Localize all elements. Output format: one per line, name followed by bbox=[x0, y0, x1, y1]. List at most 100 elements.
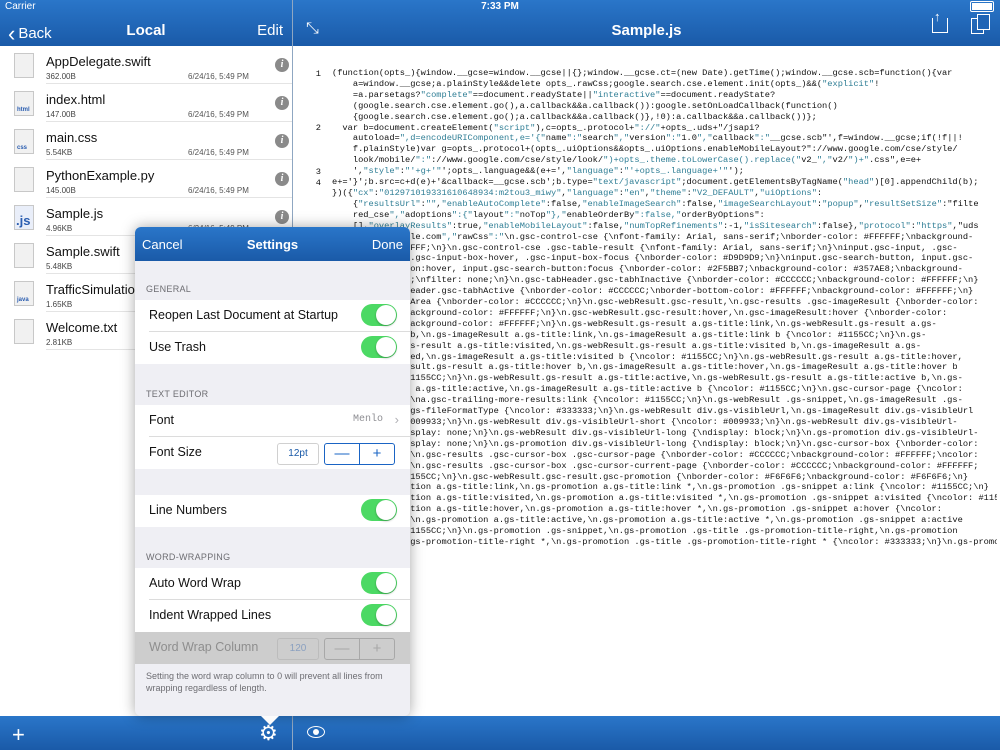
word-wrap-column-value: 120 bbox=[277, 638, 319, 660]
file-size: 4.96KB bbox=[46, 224, 73, 233]
indent-wrapped-lines-toggle[interactable] bbox=[361, 604, 397, 626]
code-line: search-button:hover, input.gsc-search-bu… bbox=[332, 264, 963, 275]
file-size: 2.81KB bbox=[46, 338, 73, 347]
info-icon[interactable]: i bbox=[275, 172, 289, 186]
done-button[interactable]: Done bbox=[372, 237, 403, 252]
swift-file-icon bbox=[14, 53, 34, 78]
battery-icon bbox=[966, 1, 994, 12]
indent-wrapped-lines-row: Indent Wrapped Lines bbox=[135, 600, 410, 632]
code-text: (function(opts_){window.__gcse=window.__… bbox=[332, 68, 997, 548]
word-wrap-footnote: Setting the word wrap column to 0 will p… bbox=[146, 671, 383, 693]
code-line: =a.parsetags?"complete"==document.readyS… bbox=[332, 89, 776, 100]
code-line: image: none;\nfilter: none;\n}\n.gsc-tab… bbox=[332, 275, 979, 286]
code-line: look/mobile/":"://www.google.com/cse/sty… bbox=[332, 155, 922, 166]
code-line: (google.search.cse.element.go(),a.callba… bbox=[332, 100, 838, 111]
settings-header: Cancel Settings Done bbox=[135, 227, 410, 261]
file-row[interactable]: PythonExample.py 145.00B 6/24/16, 5:49 P… bbox=[0, 160, 292, 198]
file-browser-toolbar: + ⚙ bbox=[0, 716, 292, 750]
file-row[interactable]: css main.css 5.54KB 6/24/16, 5:49 PM i bbox=[0, 122, 292, 160]
status-bar: Carrier 7:33 PM bbox=[0, 0, 1000, 14]
code-line: imageResult a.gs-title:active,\n.gs-imag… bbox=[332, 384, 963, 395]
file-size: 362.00B bbox=[46, 72, 76, 81]
info-icon[interactable]: i bbox=[275, 210, 289, 224]
code-line: \n.gsc-tabHeader.gsc-tabhActive {\nborde… bbox=[332, 286, 974, 297]
code-line: #FFFFFF;\nbackground-color: #FFFFFF;\n}\… bbox=[332, 307, 948, 318]
word-wrap-column-stepper: — + bbox=[324, 638, 395, 660]
line-number: 4 bbox=[315, 178, 321, 188]
settings-popover: Cancel Settings Done GENERAL Reopen Last… bbox=[135, 227, 410, 716]
settings-title: Settings bbox=[246, 237, 299, 252]
code-line: \n.gs-promotion a.gs-title:link,\n.gs-pr… bbox=[332, 482, 989, 493]
use-trash-label: Use Trash bbox=[149, 340, 206, 354]
code-line: \n.gs-promotion a.gs-title:visited,\n.gs… bbox=[332, 493, 997, 504]
document-title: Sample.js bbox=[611, 22, 682, 39]
file-date: 6/24/16, 5:49 PM bbox=[188, 110, 249, 119]
file-name: Sample.swift bbox=[46, 244, 120, 259]
decrease-font-size-button[interactable]: — bbox=[325, 444, 360, 464]
code-line: (function(opts_){window.__gcse=window.__… bbox=[332, 68, 953, 78]
indent-wrapped-lines-label: Indent Wrapped Lines bbox=[149, 608, 272, 622]
code-line: #1155CC;\n}\n.gsc-results .gsc-cursor-bo… bbox=[332, 460, 979, 471]
increase-wrap-column-button: + bbox=[372, 640, 382, 657]
use-trash-row: Use Trash bbox=[135, 332, 410, 364]
code-line: title:visited,\n.gs-imageResult a.gs-tit… bbox=[332, 351, 963, 362]
code-line: })({"cx":"012971019331610648934:m2tou3_m… bbox=[332, 187, 823, 198]
code-line: ',"style":"'+g+'"';opts_.language&&(e+='… bbox=[332, 166, 744, 177]
code-line: autoload=",d=encodeURIComponent,e='{"nam… bbox=[332, 133, 963, 144]
code-line: ":"www.google.com","rawCss":"\n.gsc-cont… bbox=[353, 231, 974, 242]
line-numbers-toggle[interactable] bbox=[361, 499, 397, 521]
code-line: short {\ndisplay: none;\n}\n.gs-promotio… bbox=[332, 438, 979, 449]
code-line: f.plainStyle)var g=opts_.protocol+(opts_… bbox=[332, 144, 958, 155]
documents-icon[interactable] bbox=[971, 14, 990, 34]
code-line: \ncolor: #1155CC;\n}\n.gsc-webResult.gsc… bbox=[332, 471, 969, 482]
code-line: \n.gs-webResult.gs-result a.gs-title:hov… bbox=[332, 362, 958, 373]
popover-arrow bbox=[261, 716, 279, 725]
java-file-icon: java bbox=[14, 281, 34, 306]
code-line: #FFFFFF;\n}\n.gsc-results .gsc-cursor-bo… bbox=[332, 449, 979, 460]
auto-word-wrap-toggle[interactable] bbox=[361, 572, 397, 594]
code-line: {\ncolor: #1155CC;\n}\n.gs-promotion .gs… bbox=[332, 526, 958, 537]
code-line: a=window.__gcse;a.plainStyle&&delete opt… bbox=[332, 78, 880, 89]
line-number: 3 bbox=[315, 167, 321, 177]
file-name: Welcome.txt bbox=[46, 320, 118, 335]
word-wrap-column-row: Word Wrap Column 120 — + bbox=[135, 632, 410, 664]
info-icon[interactable]: i bbox=[275, 134, 289, 148]
share-icon[interactable] bbox=[932, 9, 948, 33]
code-line: \n.gsc-tabsArea {\nborder-color: #CCCCCC… bbox=[332, 297, 979, 308]
reopen-toggle[interactable] bbox=[361, 304, 397, 326]
font-row[interactable]: Font Menlo › bbox=[135, 405, 410, 437]
line-numbers-label: Line Numbers bbox=[149, 503, 227, 517]
increase-font-size-button[interactable]: + bbox=[360, 444, 394, 464]
chevron-right-icon: › bbox=[394, 412, 399, 427]
font-value: Menlo bbox=[352, 414, 383, 425]
code-line: [],"overlayResults":true,"enableMobileLa… bbox=[332, 220, 979, 231]
code-line: var b=document.createElement("script"),c… bbox=[332, 122, 760, 133]
clock: 7:33 PM bbox=[481, 1, 519, 12]
line-number: 2 bbox=[315, 123, 321, 133]
file-row[interactable]: AppDelegate.swift 362.00B 6/24/16, 5:49 … bbox=[0, 46, 292, 84]
info-icon[interactable]: i bbox=[275, 96, 289, 110]
code-line: {"resultsUrl":"","enableAutoComplete":fa… bbox=[332, 198, 979, 209]
font-size-value: 12pt bbox=[277, 443, 319, 465]
preview-eye-icon[interactable] bbox=[307, 726, 325, 738]
use-trash-toggle[interactable] bbox=[361, 336, 397, 358]
reopen-label: Reopen Last Document at Startup bbox=[149, 308, 339, 322]
file-row[interactable]: html index.html 147.00B 6/24/16, 5:49 PM… bbox=[0, 84, 292, 122]
code-line: title:link b,\n.gs-imageResult a.gs-titl… bbox=[332, 329, 927, 340]
reopen-last-document-row: Reopen Last Document at Startup bbox=[135, 300, 410, 332]
file-size: 145.00B bbox=[46, 186, 76, 195]
add-icon[interactable]: + bbox=[12, 722, 25, 748]
css-file-icon: css bbox=[14, 129, 34, 154]
edit-button[interactable]: Edit bbox=[257, 22, 283, 39]
line-numbers-row: Line Numbers bbox=[135, 495, 410, 527]
swift-file-icon bbox=[14, 243, 34, 268]
code-line: #FFFFFF;\nbackground-color: #FFFFFF;\n}\… bbox=[332, 318, 937, 329]
info-icon[interactable]: i bbox=[275, 58, 289, 72]
code-line: webResult.gs-result a.gs-title:visited,\… bbox=[332, 340, 922, 351]
code-line: #1155CC;\n}\na.gsc-trailing-more-results… bbox=[332, 395, 963, 406]
code-line: red_cse","adoptions":{"layout":"noTop"},… bbox=[332, 209, 765, 220]
file-name: AppDelegate.swift bbox=[46, 54, 151, 69]
code-line: {\ncolor: #1155CC;\n}\n.gs-webResult.gs-… bbox=[332, 373, 963, 384]
font-size-label: Font Size bbox=[149, 445, 202, 459]
file-size: 1.65KB bbox=[46, 300, 73, 309]
